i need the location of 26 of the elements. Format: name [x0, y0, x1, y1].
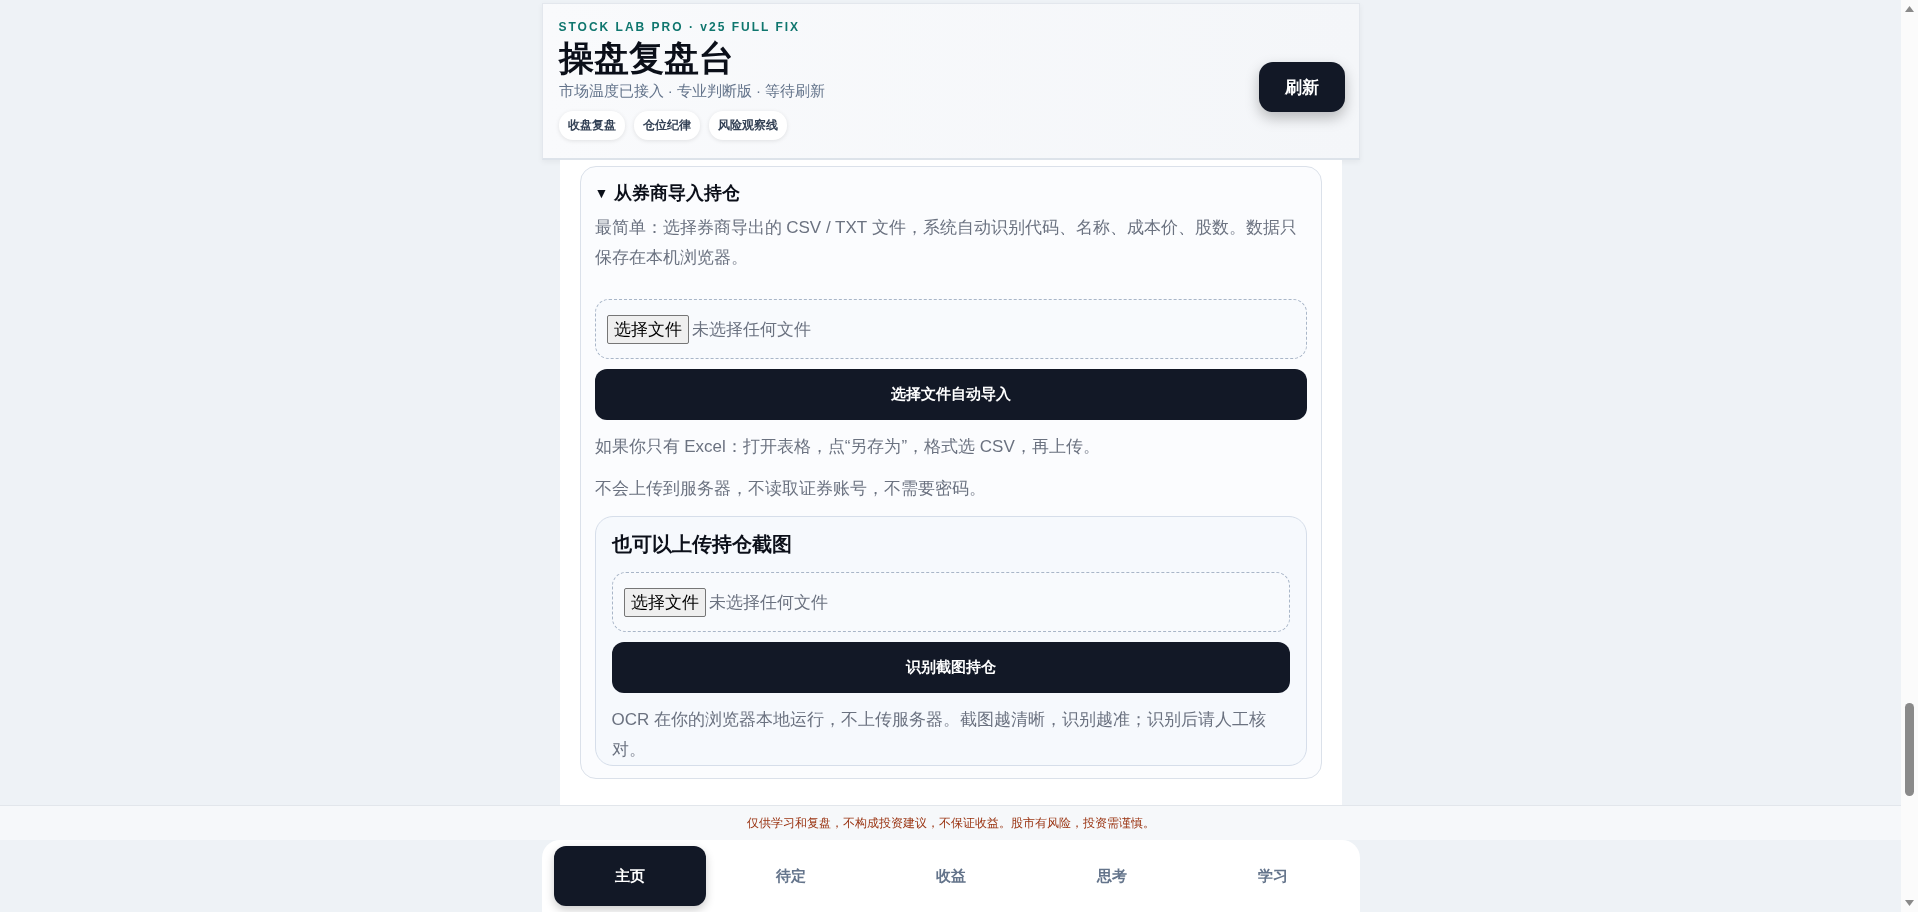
file-status: 未选择任何文件	[691, 318, 811, 341]
nav-tab[interactable]: 主页	[553, 846, 707, 906]
eyebrow-label: STOCK LAB PRO · v25 FULL FIX	[558, 20, 802, 34]
file-status: 未选择任何文件	[708, 591, 828, 614]
intro-text: 最简单：选择券商导出的 CSV / TXT 文件，系统自动识别代码、名称、成本价、股数。数据只保存在本机浏览器。	[594, 217, 1298, 269]
note-text: OCR 在你的浏览器本地运行，不上传服务器。截图越清晰，识别越准；识别后请人工核对。	[611, 709, 1267, 761]
import-button[interactable]: 选择文件自动导入	[594, 369, 1307, 420]
tag-chip: 收盘复盘	[558, 111, 625, 140]
section-title: 从券商导入持仓	[614, 182, 741, 205]
nav-tab[interactable]: 收益	[875, 846, 1028, 906]
refresh-button[interactable]: 刷新	[1258, 62, 1345, 112]
disclaimer-bar: 仅供学习和复盘，不构成投资建议，不保证收益。股市有风险，投资需谨慎。	[0, 805, 1901, 840]
note-text: 如果你只有 Excel：打开表格，点“另存为”，格式选 CSV，再上传。	[594, 436, 1101, 458]
status-subtitle: 市场温度已接入 · 专业判断版 · 等待刷新	[558, 82, 826, 101]
tag-chip: 仓位纪律	[633, 111, 700, 140]
note-text: 不会上传到服务器，不读取证券账号，不需要密码。	[594, 478, 987, 500]
recognize-button[interactable]: 识别截图持仓	[611, 642, 1290, 693]
nav-tab[interactable]: 待定	[714, 846, 868, 906]
tag-chip: 风险观察线	[708, 111, 787, 140]
nav-tab[interactable]: 学习	[1196, 846, 1350, 906]
page-title: 操盘复盘台	[558, 37, 735, 79]
nav-tab[interactable]: 思考	[1035, 846, 1189, 906]
choose-file-button[interactable]: 选择文件	[623, 587, 706, 617]
choose-file-button[interactable]: 选择文件	[606, 314, 689, 344]
expand-toggle[interactable]: ▼	[594, 185, 609, 201]
panel-title: 也可以上传持仓截图	[611, 532, 793, 557]
